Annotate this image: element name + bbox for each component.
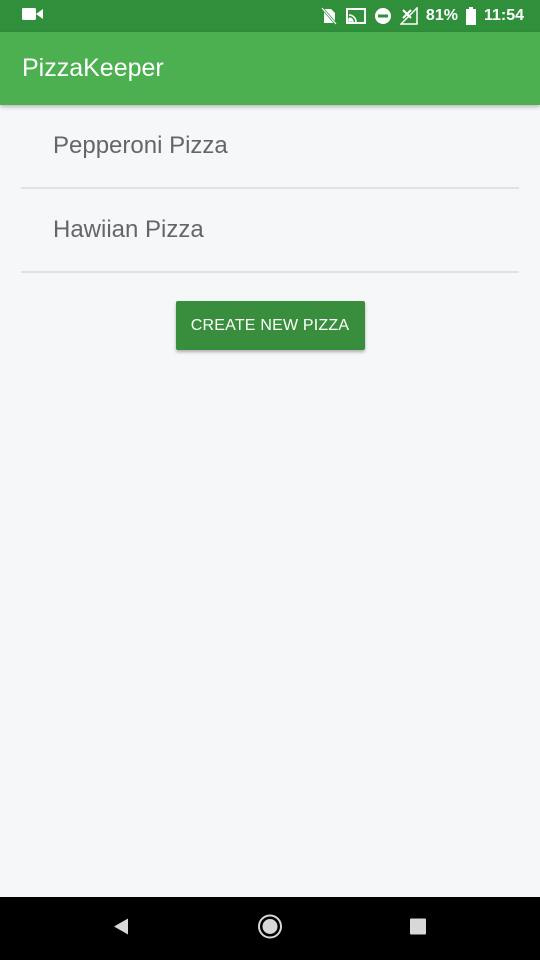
home-icon[interactable] [257, 913, 283, 944]
create-new-pizza-button[interactable]: CREATE NEW PIZZA [175, 301, 365, 350]
do-not-disturb-icon [374, 7, 392, 25]
main-content: Pepperoni Pizza Hawiian Pizza CREATE NEW… [0, 105, 540, 897]
status-bar: 81% 11:54 [0, 0, 540, 32]
battery-icon [465, 7, 476, 25]
navigation-bar [0, 897, 540, 960]
no-sim-icon [320, 7, 338, 25]
pizza-list-item[interactable]: Hawiian Pizza [21, 189, 519, 273]
cast-icon [345, 8, 366, 24]
battery-level: 81% [425, 7, 458, 24]
app-title: PizzaKeeper [22, 54, 164, 82]
back-icon[interactable] [113, 917, 129, 940]
pizza-list: Pepperoni Pizza Hawiian Pizza [21, 105, 519, 273]
no-signal-icon [399, 7, 418, 25]
app-bar: PizzaKeeper [0, 32, 540, 105]
video-camera-icon [22, 7, 44, 26]
pizza-list-item[interactable]: Pepperoni Pizza [21, 105, 519, 189]
recents-icon[interactable] [410, 918, 426, 939]
clock: 11:54 [483, 7, 524, 24]
